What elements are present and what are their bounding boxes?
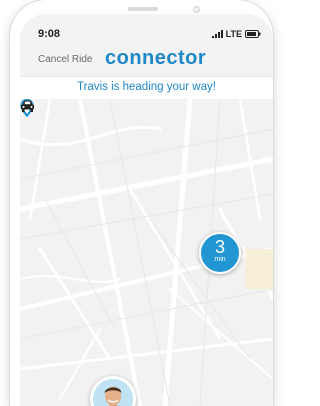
- app-screen: 9:08 LTE Cancel Ride connector Travis is…: [20, 14, 273, 406]
- status-indicators: LTE: [211, 29, 261, 39]
- status-banner: Travis is heading your way!: [20, 76, 273, 100]
- eta-badge: 3 min: [199, 232, 241, 274]
- map-view[interactable]: 3 min: [20, 99, 273, 406]
- car-icon: [21, 100, 34, 112]
- battery-icon: [245, 30, 261, 38]
- driver-avatar[interactable]: [90, 376, 136, 406]
- status-time: 9:08: [38, 28, 61, 40]
- signal-icon: [211, 30, 223, 38]
- eta-unit: min: [214, 256, 226, 263]
- network-label: LTE: [225, 29, 242, 39]
- eta-value: 3: [214, 237, 225, 257]
- cancel-ride-button[interactable]: Cancel Ride: [38, 54, 92, 65]
- phone-frame: 9:08 LTE Cancel Ride connector Travis is…: [10, 0, 273, 406]
- driver-photo: [93, 379, 133, 406]
- app-logo: connector: [105, 47, 207, 69]
- top-bar: 9:08 LTE Cancel Ride connector: [20, 14, 273, 76]
- phone-camera: [193, 6, 200, 13]
- phone-speaker: [128, 7, 158, 11]
- banner-message: Travis is heading your way!: [77, 81, 216, 93]
